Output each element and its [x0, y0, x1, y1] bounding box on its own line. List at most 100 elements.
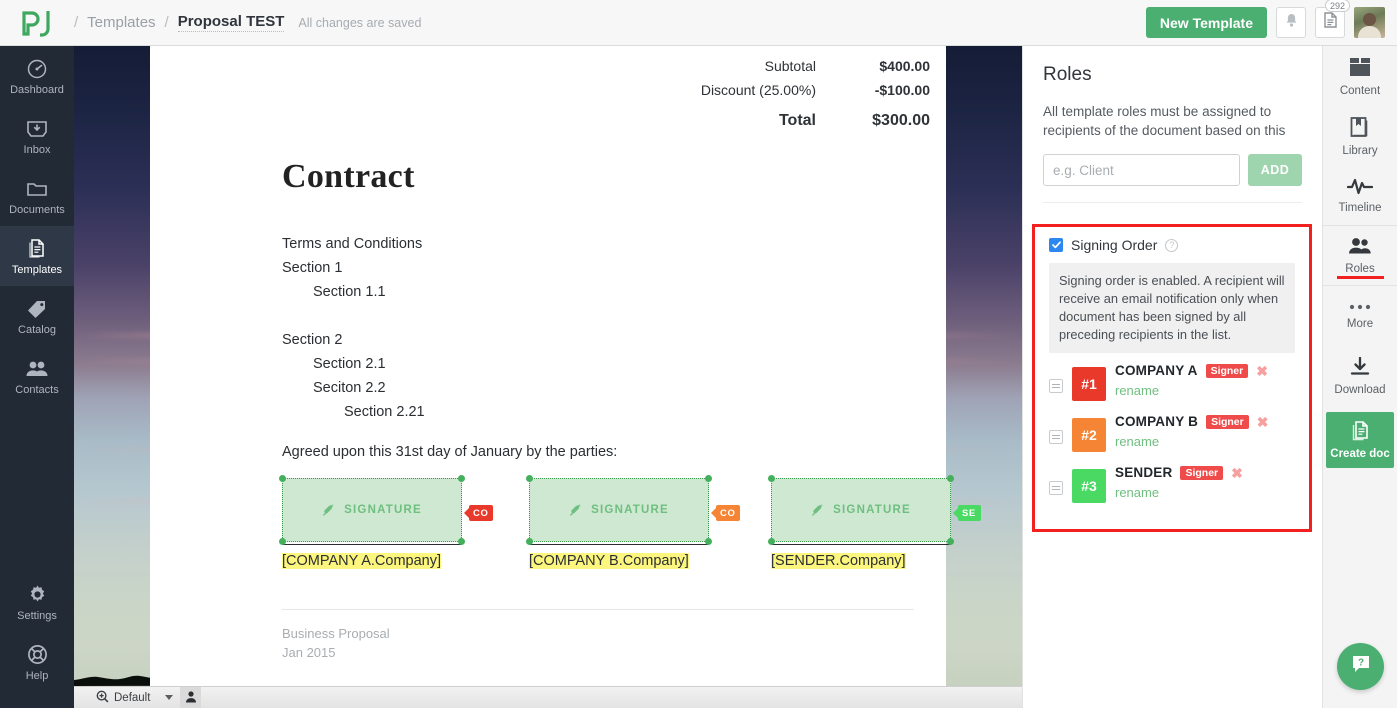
role-row-company-b[interactable]: #2 COMPANY B Signer ✖ rename	[1049, 414, 1295, 452]
bell-icon	[1285, 13, 1298, 33]
resize-handle-tl[interactable]	[526, 475, 533, 482]
signing-order-section: Signing Order ? Signing order is enabled…	[1032, 224, 1312, 532]
documents-counter-button[interactable]: 292	[1315, 0, 1351, 38]
document-line: Section 2.1	[313, 356, 386, 372]
subtotal-value: $400.00	[879, 58, 930, 74]
people-icon	[1347, 236, 1373, 259]
resize-handle-br[interactable]	[705, 538, 712, 545]
tag-icon	[26, 297, 48, 321]
resize-handle-bl[interactable]	[279, 538, 286, 545]
tool-label-roles: Roles	[1345, 263, 1375, 275]
resize-handle-tl[interactable]	[768, 475, 775, 482]
sidebar-item-help[interactable]: Help	[0, 632, 74, 692]
rename-role-link[interactable]: rename	[1115, 485, 1159, 500]
drag-handle-icon[interactable]	[1049, 481, 1063, 495]
resize-handle-bl[interactable]	[526, 538, 533, 545]
sidebar-item-documents[interactable]: Documents	[0, 166, 74, 226]
remove-role-icon[interactable]: ✖	[1256, 364, 1268, 378]
signature-field-company-a[interactable]: SIGNATURE CO [COMPANY A.Company]	[279, 475, 494, 570]
sidebar-label-help: Help	[25, 669, 49, 682]
tool-label-timeline: Timeline	[1338, 202, 1382, 214]
remove-role-icon[interactable]: ✖	[1231, 466, 1243, 480]
status-badge: Signer	[1180, 465, 1224, 480]
zoom-control[interactable]: Default	[74, 690, 174, 706]
chevron-down-icon[interactable]	[165, 695, 174, 700]
tool-content[interactable]: Content	[1323, 46, 1397, 106]
document-line: Terms and Conditions	[282, 236, 423, 252]
resize-handle-bl[interactable]	[768, 538, 775, 545]
create-doc-button[interactable]: Create doc	[1326, 412, 1394, 468]
sidebar-label-dashboard: Dashboard	[10, 83, 64, 96]
resize-handle-br[interactable]	[947, 538, 954, 545]
drag-handle-icon[interactable]	[1049, 430, 1063, 444]
document-page[interactable]: Subtotal $400.00 Discount (25.00%) -$100…	[150, 46, 981, 686]
roles-panel-title: Roles	[1043, 64, 1092, 85]
role-name: SENDER	[1115, 465, 1173, 480]
person-icon	[185, 690, 197, 706]
sidebar-item-inbox[interactable]: Inbox	[0, 106, 74, 166]
rename-role-link[interactable]: rename	[1115, 434, 1159, 449]
pandadoc-logo[interactable]	[0, 0, 74, 46]
signature-label: SIGNATURE	[833, 504, 911, 516]
signature-field-sender[interactable]: SIGNATURE SE [SENDER.Company]	[768, 475, 981, 570]
create-doc-label: Create doc	[1330, 448, 1390, 460]
tool-timeline[interactable]: Timeline	[1323, 166, 1397, 226]
signing-order-checkbox[interactable]	[1049, 238, 1063, 252]
sidebar-item-templates[interactable]: Templates	[0, 226, 74, 286]
folder-icon	[26, 177, 48, 201]
templates-icon	[26, 237, 48, 261]
agreement-text: Agreed upon this 31st day of January by …	[282, 444, 618, 460]
role-title-line: COMPANY A Signer ✖	[1115, 363, 1295, 378]
signature-box[interactable]: SIGNATURE SE	[768, 475, 981, 545]
discount-label: Discount (25.00%)	[700, 82, 816, 98]
role-tag-label: CO	[720, 507, 736, 519]
sidebar-item-contacts[interactable]: Contacts	[0, 346, 74, 406]
resize-handle-br[interactable]	[458, 538, 465, 545]
download-icon	[1349, 356, 1371, 380]
sidebar-item-catalog[interactable]: Catalog	[0, 286, 74, 346]
resize-handle-tr[interactable]	[705, 475, 712, 482]
help-chat-button[interactable]: ?	[1337, 643, 1384, 690]
top-bar-actions: New Template 292	[1145, 0, 1397, 38]
remove-role-icon[interactable]: ✖	[1257, 415, 1269, 429]
question-icon[interactable]: ?	[1165, 238, 1179, 252]
rename-role-link[interactable]: rename	[1115, 383, 1159, 398]
pen-icon	[811, 502, 825, 519]
tool-more[interactable]: More	[1323, 286, 1397, 346]
signature-field-company-b[interactable]: SIGNATURE CO [COMPANY B.Company]	[526, 475, 741, 570]
resize-handle-tr[interactable]	[947, 475, 954, 482]
role-tag-company-a[interactable]: CO	[463, 505, 494, 521]
role-row-sender[interactable]: #3 SENDER Signer ✖ rename	[1049, 465, 1295, 503]
gauge-icon	[26, 57, 48, 81]
document-line-spacer	[282, 304, 425, 328]
role-row-company-a[interactable]: #1 COMPANY A Signer ✖ rename	[1049, 363, 1295, 401]
tool-download[interactable]: Download	[1323, 346, 1397, 406]
new-template-button[interactable]: New Template	[1145, 7, 1267, 38]
sidebar-label-documents: Documents	[9, 203, 65, 216]
breadcrumb-templates[interactable]: Templates	[87, 14, 155, 31]
breadcrumb-current-document[interactable]: Proposal TEST	[177, 13, 285, 32]
tool-roles[interactable]: Roles	[1323, 226, 1397, 286]
signature-underline	[529, 544, 709, 545]
sidebar-item-settings[interactable]: Settings	[0, 572, 74, 632]
signature-label: SIGNATURE	[591, 504, 669, 516]
gear-icon	[27, 583, 48, 607]
avatar[interactable]	[1354, 7, 1385, 38]
contacts-icon	[25, 357, 49, 381]
signature-box[interactable]: SIGNATURE CO	[279, 475, 494, 545]
breadcrumb: / Templates / Proposal TEST	[74, 13, 285, 32]
role-tag-sender[interactable]: SE	[953, 505, 981, 521]
role-tag-company-b[interactable]: CO	[710, 505, 741, 521]
resize-handle-tl[interactable]	[279, 475, 286, 482]
footer-divider	[282, 609, 914, 610]
drag-handle-icon[interactable]	[1049, 379, 1063, 393]
tool-library[interactable]: Library	[1323, 106, 1397, 166]
content-blocks-icon	[1348, 56, 1372, 81]
recipient-preview-button[interactable]	[180, 687, 202, 708]
sidebar-item-dashboard[interactable]: Dashboard	[0, 46, 74, 106]
add-role-button[interactable]: ADD	[1248, 154, 1302, 186]
role-name-input[interactable]	[1043, 154, 1240, 186]
resize-handle-tr[interactable]	[458, 475, 465, 482]
signature-box[interactable]: SIGNATURE CO	[526, 475, 741, 545]
notifications-button[interactable]	[1276, 7, 1306, 38]
